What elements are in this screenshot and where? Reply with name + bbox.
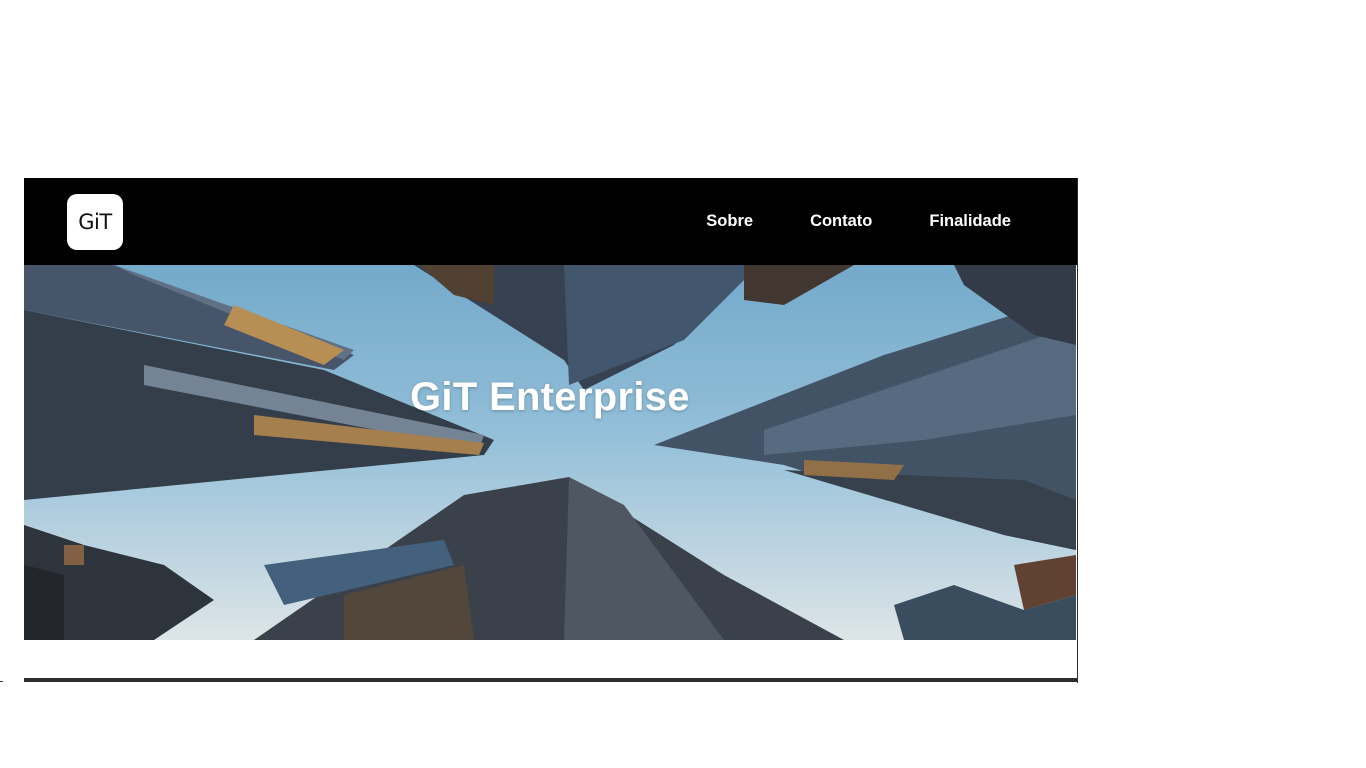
bottom-divider [24,678,1077,682]
site-frame: GiT Sobre Contato Finalidade GiT Enterpr… [24,178,1078,683]
page: GiT Sobre Contato Finalidade GiT Enterpr… [0,0,1366,768]
edge-tick [0,681,3,682]
nav-link-contato[interactable]: Contato [810,212,872,231]
logo-text: GiT [78,210,112,234]
nav-link-sobre[interactable]: Sobre [706,212,753,231]
hero-banner: GiT Enterprise [24,265,1076,640]
hero-title: GiT Enterprise [410,375,690,419]
navbar: GiT Sobre Contato Finalidade [24,178,1077,265]
skyscrapers-image [24,265,1076,640]
nav-menu: Sobre Contato Finalidade [706,178,1011,265]
nav-link-finalidade[interactable]: Finalidade [929,212,1011,231]
brand-logo[interactable]: GiT [67,194,123,250]
